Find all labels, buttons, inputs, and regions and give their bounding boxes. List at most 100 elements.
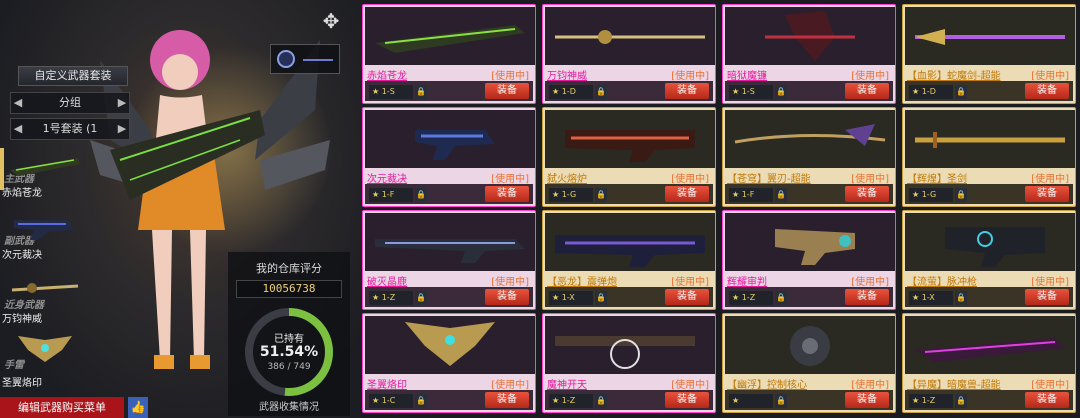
in-use-status: [使用中]	[491, 277, 529, 288]
weapon-name[interactable]: 辉耀审判	[727, 273, 767, 288]
lock-icon: 🔒	[415, 188, 427, 202]
filter-select[interactable]: ◀ 分组 ▶	[10, 92, 130, 114]
chevron-left-icon[interactable]: ◀	[11, 119, 25, 139]
weapon-name[interactable]: 万钧神威	[547, 67, 587, 82]
card-footer: ★ 1-Z 🔒 装备	[545, 390, 713, 410]
camera-control-icon[interactable]: ✥	[318, 8, 344, 34]
in-use-status: [使用中]	[851, 174, 889, 185]
card-footer: ★ 1-G 🔒 装备	[905, 184, 1073, 204]
equip-button[interactable]: 装备	[485, 289, 529, 305]
in-use-status: [使用中]	[491, 380, 529, 391]
weapon-card[interactable]: 【血影】蛇魔剑-超能 [使用中] ★ 1-D 🔒 装备	[902, 4, 1076, 104]
weapon-name[interactable]: 圣翼烙印	[367, 376, 407, 391]
weapon-name[interactable]: 次元裁决	[367, 170, 407, 185]
chevron-right-icon[interactable]: ▶	[115, 93, 129, 113]
weapon-name[interactable]: 破灭晶鹿	[367, 273, 407, 288]
weapon-name[interactable]: 弑火熔炉	[547, 170, 587, 185]
weapon-name[interactable]: 【辉煌】圣剑	[907, 170, 967, 185]
weapon-image	[905, 213, 1075, 271]
weapon-name[interactable]: 【恶龙】震弹炮	[547, 273, 617, 288]
chevron-right-icon[interactable]: ▶	[115, 119, 129, 139]
lock-icon: 🔒	[775, 188, 787, 202]
set-select[interactable]: ◀ 1号套装 (1 ▶	[10, 118, 130, 140]
equip-button[interactable]: 装备	[485, 83, 529, 99]
weapon-name[interactable]: 赤焰苍龙	[367, 67, 407, 82]
equip-button[interactable]: 装备	[1025, 392, 1069, 408]
weapon-card[interactable]: 【辉煌】圣剑 [使用中] ★ 1-G 🔒 装备	[902, 107, 1076, 207]
rank-badge: ★ 1-G	[549, 188, 593, 202]
rank-badge: ★ 1-Z	[909, 394, 953, 408]
equip-button[interactable]: 装备	[485, 392, 529, 408]
weapon-card[interactable]: 圣翼烙印 [使用中] ★ 1-C 🔒 装备	[362, 313, 536, 413]
set-value: 1号套装 (1	[42, 122, 98, 135]
like-icon[interactable]: 👍	[128, 397, 148, 418]
weapon-name[interactable]: 【血影】蛇魔剑-超能	[907, 67, 1001, 82]
weapon-card[interactable]: 赤焰苍龙 [使用中] ★ 1-S 🔒 装备	[362, 4, 536, 104]
weapon-card[interactable]: 【苍穹】翼刃-超能 [使用中] ★ 1-F 🔒 装备	[722, 107, 896, 207]
equip-button[interactable]: 装备	[665, 289, 709, 305]
equip-button[interactable]: 装备	[845, 83, 889, 99]
view-toggle[interactable]	[270, 44, 340, 74]
rank-badge: ★ 1-F	[729, 188, 773, 202]
warehouse-score-panel: 我的仓库评分 10056738 已持有 51.54% 386 / 749 武器收…	[228, 252, 350, 416]
weapon-name[interactable]: 【苍穹】翼刃-超能	[727, 170, 811, 185]
left-panel: ✥ 自定义武器套装 ◀ 分组 ▶ ◀ 1号套装 (1 ▶ 主武器 赤焰苍龙 副武…	[0, 0, 362, 418]
slot-name: 圣翼烙印	[2, 378, 42, 389]
weapon-card[interactable]: 【幽浮】控制核心 [使用中] ★ 🔒 装备	[722, 313, 896, 413]
score-title: 我的仓库评分	[256, 262, 322, 275]
in-use-status: [使用中]	[1031, 174, 1069, 185]
card-footer: ★ 1-D 🔒 装备	[545, 81, 713, 101]
weapon-name[interactable]: 【流萤】脉冲枪	[907, 273, 977, 288]
weapon-image	[905, 110, 1075, 168]
weapon-card[interactable]: 【异魔】暗魔兽-超能 [使用中] ★ 1-Z 🔒 装备	[902, 313, 1076, 413]
equip-button[interactable]: 装备	[845, 186, 889, 202]
equip-button[interactable]: 装备	[845, 289, 889, 305]
rank-badge: ★	[729, 394, 773, 408]
weapon-card[interactable]: 万钧神威 [使用中] ★ 1-D 🔒 装备	[542, 4, 716, 104]
weapon-name[interactable]: 暗狱魔镰	[727, 67, 767, 82]
collection-label: 武器收集情况	[259, 402, 319, 413]
card-footer: ★ 1-X 🔒 装备	[545, 287, 713, 307]
panel-title: 自定义武器套装	[18, 66, 128, 86]
weapon-image	[545, 7, 715, 65]
card-footer: ★ 1-Z 🔒 装备	[365, 287, 533, 307]
weapon-card[interactable]: 【恶龙】震弹炮 [使用中] ★ 1-X 🔒 装备	[542, 210, 716, 310]
weapon-name[interactable]: 【异魔】暗魔兽-超能	[907, 376, 1001, 391]
weapon-card[interactable]: 辉耀审判 [使用中] ★ 1-Z 🔒 装备	[722, 210, 896, 310]
equip-button[interactable]: 装备	[1025, 83, 1069, 99]
card-footer: ★ 1-G 🔒 装备	[545, 184, 713, 204]
weapon-name[interactable]: 【幽浮】控制核心	[727, 376, 807, 391]
weapon-card[interactable]: 次元裁决 [使用中] ★ 1-F 🔒 装备	[362, 107, 536, 207]
weapon-image	[725, 110, 895, 168]
card-footer: ★ 1-F 🔒 装备	[365, 184, 533, 204]
weapon-name[interactable]: 魔神开天	[547, 376, 587, 391]
equip-button[interactable]: 装备	[665, 83, 709, 99]
card-footer: ★ 1-S 🔒 装备	[725, 81, 893, 101]
card-footer: ★ 1-F 🔒 装备	[725, 184, 893, 204]
weapon-image	[365, 213, 535, 271]
in-use-status: [使用中]	[1031, 380, 1069, 391]
weapon-card[interactable]: 暗狱魔镰 [使用中] ★ 1-S 🔒 装备	[722, 4, 896, 104]
weapon-card[interactable]: 魔神开天 [使用中] ★ 1-Z 🔒 装备	[542, 313, 716, 413]
equip-button[interactable]: 装备	[485, 186, 529, 202]
equip-button[interactable]: 装备	[1025, 186, 1069, 202]
equip-button[interactable]: 装备	[665, 186, 709, 202]
equip-button[interactable]: 装备	[845, 392, 889, 408]
in-use-status: [使用中]	[851, 71, 889, 82]
card-footer: ★ 1-X 🔒 装备	[905, 287, 1073, 307]
weapon-card[interactable]: 破灭晶鹿 [使用中] ★ 1-Z 🔒 装备	[362, 210, 536, 310]
weapon-card[interactable]: 弑火熔炉 [使用中] ★ 1-G 🔒 装备	[542, 107, 716, 207]
rank-badge: ★ 1-F	[369, 188, 413, 202]
lock-icon: 🔒	[415, 85, 427, 99]
chevron-left-icon[interactable]: ◀	[11, 93, 25, 113]
weapon-card[interactable]: 【流萤】脉冲枪 [使用中] ★ 1-X 🔒 装备	[902, 210, 1076, 310]
rank-badge: ★ 1-C	[369, 394, 413, 408]
equip-button[interactable]: 装备	[665, 392, 709, 408]
weapon-grid: 赤焰苍龙 [使用中] ★ 1-S 🔒 装备 万钧神威 [使用中] ★ 1-D 🔒 装备 暗狱魔镰 [使…	[362, 0, 1080, 418]
edit-buy-menu-button[interactable]: 编辑武器购买菜单	[0, 397, 124, 418]
equip-button[interactable]: 装备	[1025, 289, 1069, 305]
rank-badge: ★ 1-G	[909, 188, 953, 202]
in-use-status: [使用中]	[1031, 71, 1069, 82]
weapon-image	[365, 110, 535, 168]
rank-badge: ★ 1-S	[729, 85, 773, 99]
